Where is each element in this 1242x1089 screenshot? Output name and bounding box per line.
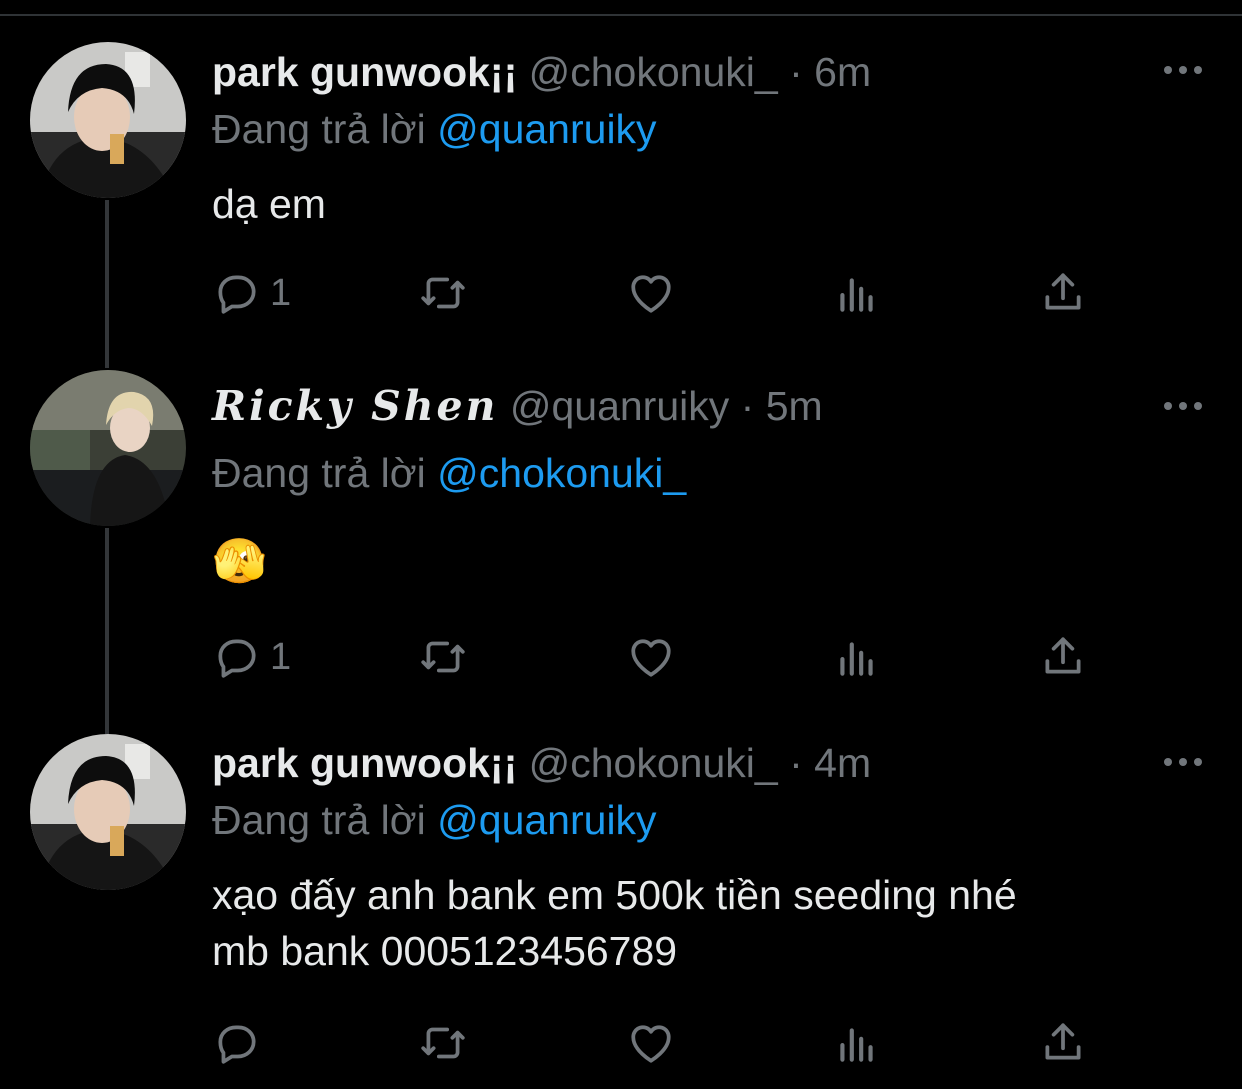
retweet-button[interactable] <box>418 632 468 682</box>
tweet[interactable]: park gunwook¡¡ @chokonuki_ · 6m Đang trả… <box>0 0 1242 350</box>
replying-to-label: Đang trả lời <box>212 106 426 152</box>
tweet[interactable]: 𝑹𝒊𝒄𝒌𝒚 𝑺𝒉𝒆𝒏 @quanruiky · 5m Đang trả lời … <box>0 350 1242 710</box>
views-icon <box>840 642 873 676</box>
share-icon <box>1045 637 1081 674</box>
share-button[interactable] <box>1038 632 1088 682</box>
reply-icon <box>218 639 256 678</box>
like-button[interactable] <box>626 268 676 318</box>
display-name[interactable]: park gunwook¡¡ <box>212 49 517 95</box>
share-button[interactable] <box>1038 1018 1088 1068</box>
like-icon <box>631 275 671 313</box>
separator-dot: · <box>740 383 755 429</box>
tweet-text: xạo đấy anh bank em 500k tiền seeding nh… <box>212 867 1222 979</box>
reply-button[interactable] <box>212 1018 270 1068</box>
mention-link[interactable]: @chokonuki_ <box>437 450 686 496</box>
retweet-button[interactable] <box>418 268 468 318</box>
avatar-dark-hair-image <box>30 734 186 890</box>
handle[interactable]: @quanruiky <box>510 383 729 429</box>
timestamp[interactable]: 5m <box>766 383 823 429</box>
mention-link[interactable]: @quanruiky <box>437 106 656 152</box>
timestamp[interactable]: 6m <box>814 49 871 95</box>
views-icon <box>840 278 873 312</box>
tweet-actions <box>212 1018 1212 1068</box>
tweet-emoji: 🫣 <box>212 537 267 586</box>
reply-icon <box>218 1025 256 1064</box>
reply-icon <box>218 275 256 314</box>
reply-button[interactable]: 1 <box>212 632 291 682</box>
retweet-icon <box>421 1027 465 1059</box>
replying-to-label: Đang trả lời <box>212 450 426 496</box>
like-button[interactable] <box>626 632 676 682</box>
tweet-header: park gunwook¡¡ @chokonuki_ · 6m <box>212 47 871 97</box>
handle[interactable]: @chokonuki_ <box>529 49 778 95</box>
share-button[interactable] <box>1038 268 1088 318</box>
tweet-text-line: mb bank 0005123456789 <box>212 928 678 974</box>
more-icon[interactable] <box>1160 396 1206 416</box>
reply-button[interactable]: 1 <box>212 268 291 318</box>
avatar[interactable] <box>30 370 186 526</box>
replying-to: Đang trả lời @quanruiky <box>212 795 657 845</box>
separator-dot: · <box>789 49 803 95</box>
display-name[interactable]: 𝑹𝒊𝒄𝒌𝒚 𝑺𝒉𝒆𝒏 <box>212 382 498 430</box>
reply-count: 1 <box>270 271 292 314</box>
replying-to: Đang trả lời @quanruiky <box>212 104 657 154</box>
views-button[interactable] <box>832 268 882 318</box>
share-icon <box>1045 1023 1081 1060</box>
tweet-text: dạ em <box>212 176 1222 232</box>
tweet-text-line: dạ em <box>212 181 326 227</box>
tweet-header: 𝑹𝒊𝒄𝒌𝒚 𝑺𝒉𝒆𝒏 @quanruiky · 5m <box>212 381 823 431</box>
tweet-header: park gunwook¡¡ @chokonuki_ · 4m <box>212 738 871 788</box>
timestamp[interactable]: 4m <box>814 740 871 786</box>
tweet-text: 🫣 <box>212 534 1222 590</box>
views-button[interactable] <box>832 632 882 682</box>
handle[interactable]: @chokonuki_ <box>529 740 778 786</box>
views-button[interactable] <box>832 1018 882 1068</box>
tweet-text-line: xạo đấy anh bank em 500k tiền seeding nh… <box>212 872 1017 918</box>
avatar[interactable] <box>30 734 186 890</box>
like-icon <box>631 1025 671 1063</box>
views-icon <box>840 1028 873 1062</box>
reply-count: 1 <box>270 635 292 678</box>
avatar[interactable] <box>30 42 186 198</box>
display-name[interactable]: park gunwook¡¡ <box>212 740 517 786</box>
separator-dot: · <box>789 740 803 786</box>
share-icon <box>1045 273 1081 310</box>
mention-link[interactable]: @quanruiky <box>437 797 656 843</box>
more-icon[interactable] <box>1160 752 1206 772</box>
retweet-icon <box>421 641 465 673</box>
tweet-actions: 1 <box>212 632 1212 682</box>
replying-to-label: Đang trả lời <box>212 797 426 843</box>
avatar-blonde-hair-image <box>30 370 186 526</box>
replying-to: Đang trả lời @chokonuki_ <box>212 448 686 498</box>
like-button[interactable] <box>626 1018 676 1068</box>
retweet-icon <box>421 277 465 309</box>
like-icon <box>631 639 671 677</box>
retweet-button[interactable] <box>418 1018 468 1068</box>
tweet[interactable]: park gunwook¡¡ @chokonuki_ · 4m Đang trả… <box>0 710 1242 1089</box>
avatar-dark-hair-image <box>30 42 186 198</box>
more-icon[interactable] <box>1160 60 1206 80</box>
tweet-actions: 1 <box>212 268 1212 318</box>
